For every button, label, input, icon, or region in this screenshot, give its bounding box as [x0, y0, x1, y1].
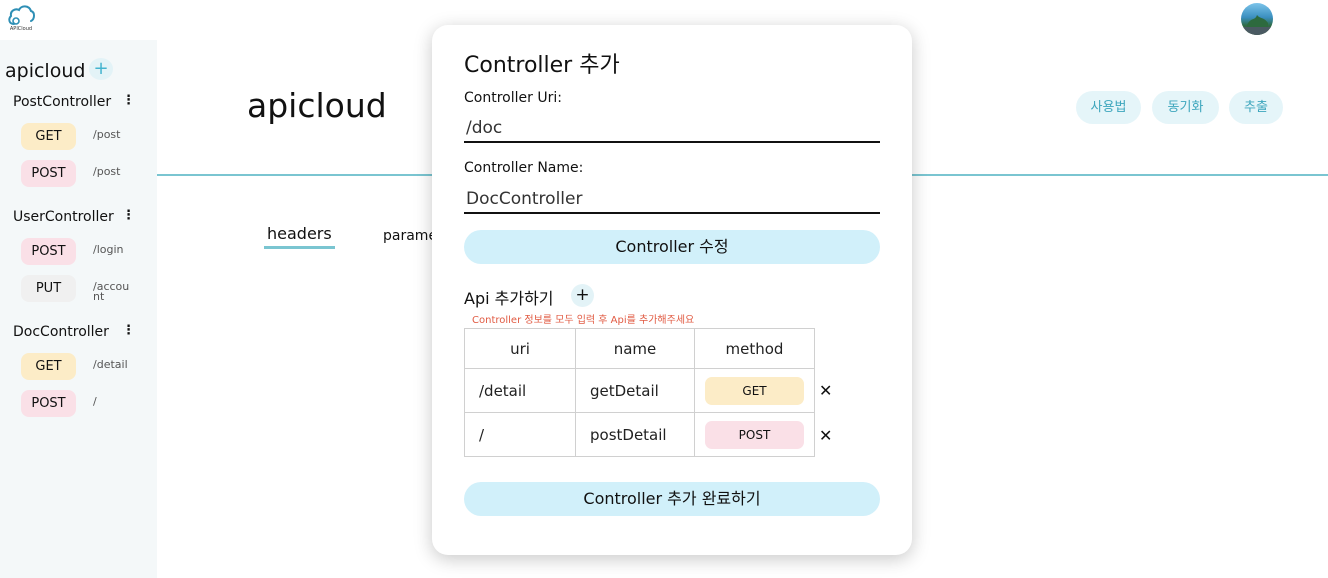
controller-name-input[interactable] — [464, 186, 880, 214]
method-badge-put[interactable]: PUT — [21, 275, 76, 302]
modal-title: Controller 추가 — [464, 53, 620, 78]
method-badge-get[interactable]: GET — [21, 353, 76, 380]
api-section-title: Api 추가하기 — [464, 289, 554, 308]
user-avatar[interactable] — [1241, 3, 1273, 35]
sidebar-controller-user[interactable]: UserController — [13, 209, 114, 225]
method-badge-post[interactable]: POST — [21, 238, 76, 265]
table-row: / postDetail POST — [464, 412, 815, 457]
api-method-cell: POST — [694, 412, 815, 457]
edit-controller-button[interactable]: Controller 수정 — [464, 230, 880, 264]
kebab-menu-icon[interactable]: ⋮ — [122, 93, 135, 108]
api-name-cell[interactable]: getDetail — [575, 368, 695, 413]
api-uri-cell[interactable]: /detail — [464, 368, 576, 413]
method-badge-post[interactable]: POST — [21, 160, 76, 187]
api-path[interactable]: /account — [93, 281, 133, 302]
method-select-post[interactable]: POST — [705, 420, 804, 449]
table-header-row: uri name method — [464, 328, 815, 369]
logo-text: APICloud — [9, 26, 33, 32]
api-table: uri name method /detail getDetail GET / … — [464, 328, 815, 457]
delete-row-icon[interactable]: ✕ — [819, 381, 832, 400]
column-header-name: name — [575, 328, 695, 369]
api-path[interactable]: / — [93, 396, 133, 407]
export-button[interactable]: 추출 — [1229, 91, 1283, 124]
controller-uri-input[interactable] — [464, 115, 880, 143]
api-name-cell[interactable]: postDetail — [575, 412, 695, 457]
table-row: /detail getDetail GET — [464, 368, 815, 413]
kebab-menu-icon[interactable]: ⋮ — [122, 208, 135, 223]
page-title: apicloud — [247, 86, 387, 125]
api-uri-cell[interactable]: / — [464, 412, 576, 457]
controller-uri-label: Controller Uri: — [464, 90, 562, 106]
sync-button[interactable]: 동기화 — [1152, 91, 1219, 124]
sidebar-controller-post[interactable]: PostController — [13, 94, 111, 110]
add-api-icon[interactable]: + — [571, 284, 594, 307]
method-badge-post[interactable]: POST — [21, 390, 76, 417]
kebab-menu-icon[interactable]: ⋮ — [122, 323, 135, 338]
method-select-get[interactable]: GET — [705, 376, 804, 405]
api-path[interactable]: /post — [93, 129, 133, 140]
complete-add-controller-button[interactable]: Controller 추가 완료하기 — [464, 482, 880, 516]
column-header-method: method — [694, 328, 815, 369]
method-badge-get[interactable]: GET — [21, 123, 76, 150]
add-controller-modal: Controller 추가 Controller Uri: Controller… — [432, 25, 912, 555]
tab-parameters[interactable]: parame — [383, 228, 437, 244]
cloud-icon — [8, 5, 35, 25]
controller-name-label: Controller Name: — [464, 160, 584, 176]
api-path[interactable]: /post — [93, 166, 133, 177]
tab-headers[interactable]: headers — [267, 224, 332, 243]
column-header-uri: uri — [464, 328, 576, 369]
active-tab-indicator — [264, 246, 335, 249]
api-method-cell: GET — [694, 368, 815, 413]
avatar-photo — [1241, 15, 1273, 35]
api-warning-text: Controller 정보를 모두 입력 후 Api를 추가해주세요 — [472, 315, 695, 326]
sidebar: apicloud + PostController ⋮ GET /post PO… — [0, 40, 157, 578]
api-path[interactable]: /detail — [93, 359, 133, 370]
delete-row-icon[interactable]: ✕ — [819, 426, 832, 445]
project-title[interactable]: apicloud — [5, 60, 85, 82]
add-controller-icon[interactable]: + — [89, 58, 113, 80]
sidebar-controller-doc[interactable]: DocController — [13, 324, 109, 340]
apicloud-logo[interactable]: APICloud — [6, 2, 36, 34]
usage-button[interactable]: 사용법 — [1076, 91, 1141, 124]
api-path[interactable]: /login — [93, 244, 133, 255]
